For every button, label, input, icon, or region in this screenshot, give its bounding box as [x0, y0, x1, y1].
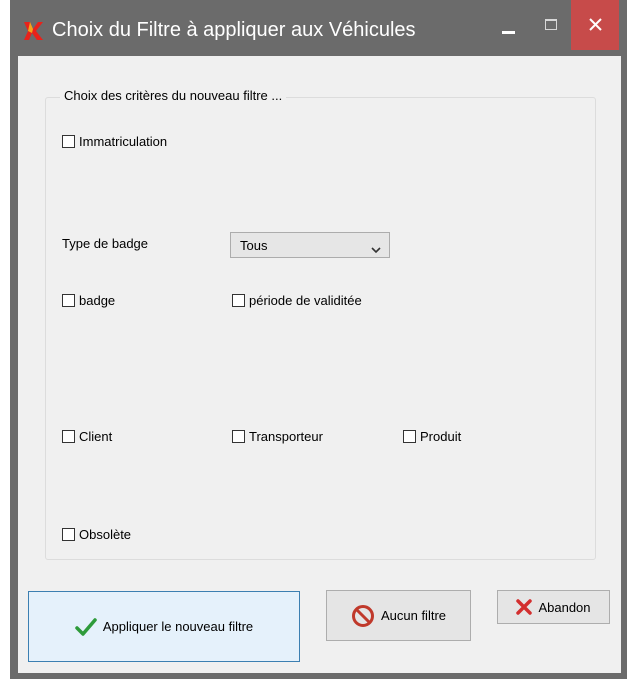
- checkmark-icon: [75, 617, 97, 636]
- dialog-window: Choix du Filtre à appliquer aux Véhicule…: [10, 0, 627, 679]
- obsolete-checkbox[interactable]: Obsolète: [62, 527, 131, 542]
- abort-button[interactable]: Abandon: [497, 590, 610, 624]
- close-icon: [589, 18, 602, 31]
- red-x-icon: [516, 599, 533, 615]
- checkbox-box[interactable]: [232, 430, 245, 443]
- checkbox-box[interactable]: [403, 430, 416, 443]
- checkbox-label: Client: [79, 429, 113, 444]
- checkbox-box[interactable]: [62, 528, 75, 541]
- no-filter-button[interactable]: Aucun filtre: [326, 590, 471, 641]
- button-label: Appliquer le nouveau filtre: [102, 619, 254, 634]
- checkbox-label: Immatriculation: [79, 134, 168, 149]
- close-button[interactable]: [571, 0, 619, 50]
- checkbox-box[interactable]: [62, 135, 75, 148]
- checkbox-box[interactable]: [62, 294, 75, 307]
- prohibited-icon: [351, 604, 375, 628]
- checkbox-label: période de validitée: [249, 293, 362, 308]
- apply-filter-button[interactable]: Appliquer le nouveau filtre: [28, 591, 300, 662]
- checkbox-box[interactable]: [232, 294, 245, 307]
- button-label: Aucun filtre: [380, 608, 447, 623]
- checkbox-label: Obsolète: [79, 527, 132, 542]
- checkbox-label: badge: [79, 293, 116, 308]
- produit-checkbox[interactable]: Produit: [403, 429, 461, 444]
- checkbox-box[interactable]: [62, 430, 75, 443]
- transporteur-checkbox[interactable]: Transporteur: [232, 429, 323, 444]
- title-bar[interactable]: Choix du Filtre à appliquer aux Véhicule…: [10, 0, 627, 56]
- checkbox-label: Produit: [420, 429, 462, 444]
- select-value: Tous: [240, 238, 268, 253]
- client-checkbox[interactable]: Client: [62, 429, 112, 444]
- group-legend: Choix des critères du nouveau filtre ...: [60, 88, 287, 103]
- type-badge-select[interactable]: Tous: [230, 232, 390, 258]
- maximize-icon[interactable]: [538, 12, 564, 38]
- criteria-groupbox: [45, 97, 596, 560]
- periode-checkbox[interactable]: période de validitée: [232, 293, 362, 308]
- checkbox-label: Transporteur: [249, 429, 323, 444]
- app-logo-icon: [22, 20, 44, 42]
- window-title: Choix du Filtre à appliquer aux Véhicule…: [52, 19, 416, 41]
- chevron-down-icon: [371, 242, 381, 257]
- button-label: Abandon: [538, 599, 591, 615]
- immatriculation-checkbox[interactable]: Immatriculation: [62, 134, 167, 149]
- badge-checkbox[interactable]: badge: [62, 293, 115, 308]
- type-badge-label: Type de badge: [62, 236, 149, 251]
- dialog-client-area: Choix des critères du nouveau filtre ...…: [18, 56, 621, 673]
- minimize-icon[interactable]: [497, 18, 523, 44]
